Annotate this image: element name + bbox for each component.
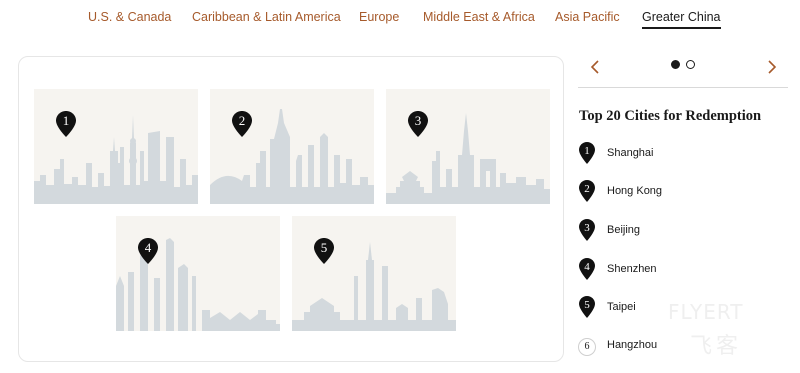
carousel-dot-active[interactable] — [671, 60, 680, 69]
city-name[interactable]: Hong Kong — [607, 185, 662, 197]
map-pin-icon: 3 — [579, 219, 595, 241]
region-tabs: U.S. & Canada Caribbean & Latin America … — [0, 0, 800, 34]
city-name[interactable]: Taipei — [607, 301, 636, 313]
taipei-skyline-illustration — [292, 242, 456, 331]
tab-middle-east-africa[interactable]: Middle East & Africa — [423, 10, 535, 25]
watermark-cjk: 飞客 — [690, 334, 743, 359]
city-name[interactable]: Beijing — [607, 224, 640, 236]
skyline-hong-kong[interactable]: 2 — [210, 89, 374, 204]
skyline-number: 1 — [62, 113, 70, 128]
tab-caribbean-latin-america[interactable]: Caribbean & Latin America — [192, 10, 341, 25]
rank-number: 4 — [584, 261, 590, 273]
map-pin-icon: 4 — [579, 258, 595, 280]
map-pin-icon: 4 — [138, 238, 158, 264]
map-pin-icon: 5 — [314, 238, 334, 264]
skyline-shenzhen[interactable]: 4 — [116, 216, 280, 331]
city-name[interactable]: Shenzhen — [607, 263, 657, 275]
tab-greater-china[interactable]: Greater China — [642, 10, 721, 29]
skyline-number: 3 — [414, 113, 422, 128]
skyline-taipei[interactable]: 5 — [292, 216, 456, 331]
rank-number: 5 — [584, 299, 590, 311]
rank-number: 1 — [584, 145, 590, 157]
map-pin-icon: 5 — [579, 296, 595, 318]
skyline-number: 4 — [144, 240, 152, 255]
chevron-left-icon[interactable] — [588, 58, 602, 76]
city-name[interactable]: Shanghai — [607, 147, 654, 159]
beijing-skyline-illustration — [386, 113, 550, 204]
tab-europe[interactable]: Europe — [359, 10, 399, 25]
watermark-latin: FLYERT — [668, 300, 744, 324]
rank-number: 3 — [584, 222, 590, 234]
list-item[interactable]: 3 Beijing — [578, 219, 788, 245]
panel-title: Top 20 Cities for Redemption — [579, 108, 762, 124]
shenzhen-skyline-illustration — [116, 238, 280, 331]
carousel-dot[interactable] — [686, 60, 695, 69]
rank-number: 2 — [584, 183, 590, 195]
tab-us-canada[interactable]: U.S. & Canada — [88, 10, 171, 25]
flyert-watermark: FLYERT 飞客 — [668, 300, 786, 364]
map-pin-icon: 1 — [56, 111, 76, 137]
carousel-nav — [578, 50, 788, 88]
skyline-number: 5 — [320, 240, 328, 255]
map-pin-icon: 3 — [408, 111, 428, 137]
skyline-number: 2 — [238, 113, 246, 128]
map-pin-icon: 1 — [579, 142, 595, 164]
list-item[interactable]: 2 Hong Kong — [578, 180, 788, 206]
map-pin-icon: 2 — [232, 111, 252, 137]
tab-asia-pacific[interactable]: Asia Pacific — [555, 10, 620, 25]
rank-number: 6 — [578, 338, 596, 356]
skyline-shanghai[interactable]: 1 — [34, 89, 198, 204]
list-item[interactable]: 1 Shanghai — [578, 142, 788, 168]
chevron-right-icon[interactable] — [765, 58, 779, 76]
map-pin-icon: 2 — [579, 180, 595, 202]
list-item[interactable]: 4 Shenzhen — [578, 258, 788, 284]
city-name[interactable]: Hangzhou — [607, 339, 657, 351]
shanghai-skyline-illustration — [34, 115, 198, 204]
hong-kong-skyline-illustration — [210, 109, 374, 204]
skyline-beijing[interactable]: 3 — [386, 89, 550, 204]
skyline-card: 1 2 3 4 5 — [18, 56, 564, 362]
